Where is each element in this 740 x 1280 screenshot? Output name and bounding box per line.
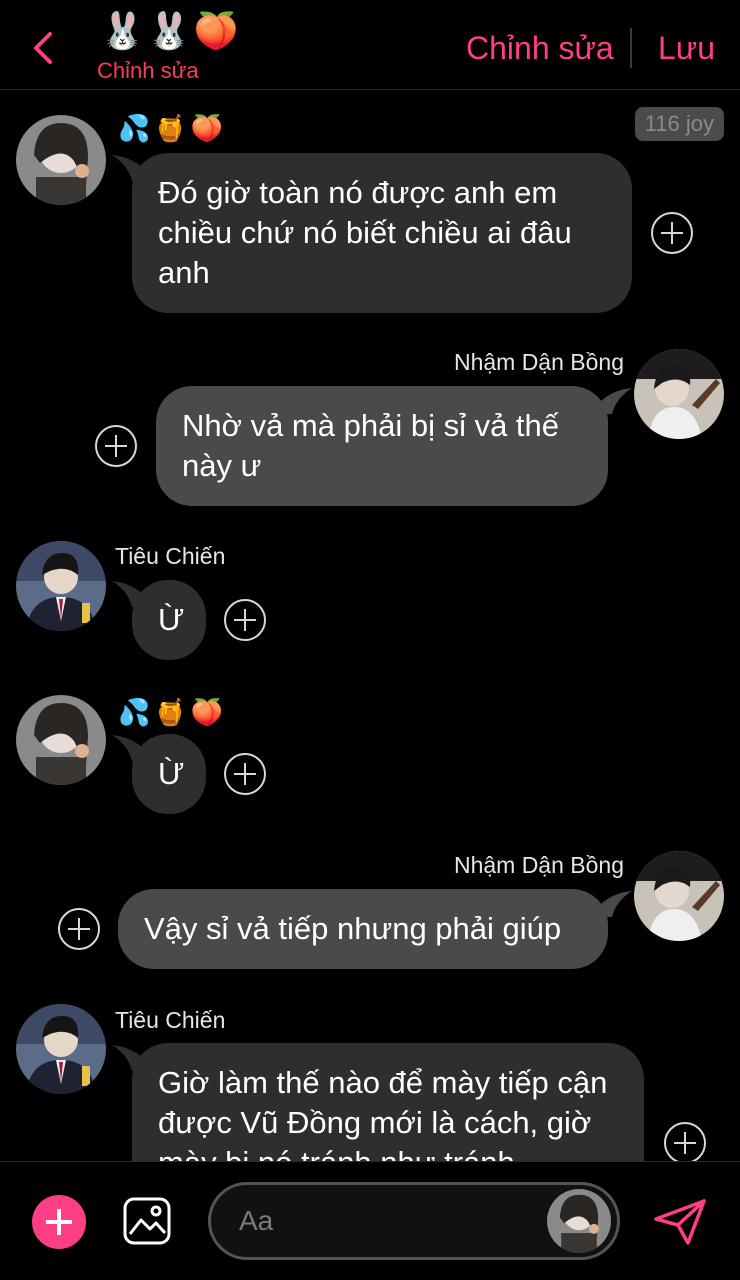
avatar[interactable] <box>16 1004 106 1094</box>
react-plus-icon[interactable] <box>651 212 693 254</box>
chevron-left-icon <box>34 32 52 64</box>
back-button[interactable] <box>28 28 58 68</box>
message-input[interactable] <box>239 1199 539 1243</box>
send-icon <box>654 1199 706 1245</box>
react-plus-icon[interactable] <box>664 1122 706 1161</box>
react-plus-icon[interactable] <box>95 425 137 467</box>
chat-header: 🐰🐰🍑 Chỉnh sửa Chỉnh sửa Lưu <box>0 0 740 90</box>
image-icon <box>123 1197 171 1245</box>
header-divider <box>630 28 632 68</box>
message-bubble[interactable]: Ừ <box>132 734 206 814</box>
avatar[interactable] <box>16 695 106 785</box>
avatar[interactable] <box>16 541 106 631</box>
message-input-container[interactable] <box>208 1182 620 1260</box>
react-plus-icon[interactable] <box>58 908 100 950</box>
avatar[interactable] <box>634 349 724 439</box>
save-button[interactable]: Lưu <box>658 30 715 67</box>
message-bubble[interactable]: Ừ <box>132 580 206 660</box>
joy-badge: 116 joy <box>634 107 724 141</box>
edit-button[interactable]: Chỉnh sửa <box>466 30 614 67</box>
sender-name: Nhậm Dận Bồng <box>453 852 624 878</box>
avatar[interactable] <box>547 1189 611 1253</box>
send-button[interactable] <box>652 1197 708 1247</box>
image-button[interactable] <box>122 1196 172 1246</box>
sender-name: Tiêu Chiến <box>115 543 226 569</box>
message-bubble[interactable]: Nhờ vả mà phải bị sỉ vả thế này ư <box>156 386 608 506</box>
sender-name: 💦🍯🍑 <box>118 113 228 143</box>
message-list[interactable]: 💦🍯🍑 116 joy Đó giờ toàn nó được anh em c… <box>0 91 740 1161</box>
react-plus-icon[interactable] <box>224 753 266 795</box>
sender-name: Nhậm Dận Bồng <box>453 349 624 375</box>
add-button[interactable] <box>32 1195 86 1249</box>
chat-title-emojis: 🐰🐰🍑 <box>100 10 241 51</box>
composer-bar <box>0 1161 740 1280</box>
avatar[interactable] <box>16 115 106 205</box>
message-bubble[interactable]: Vậy sỉ vả tiếp nhưng phải giúp <box>118 889 608 969</box>
avatar[interactable] <box>634 851 724 941</box>
sender-name: Tiêu Chiến <box>115 1007 226 1033</box>
message-bubble[interactable]: Đó giờ toàn nó được anh em chiều chứ nó … <box>132 153 632 313</box>
chat-subtitle[interactable]: Chỉnh sửa <box>97 58 199 84</box>
message-bubble[interactable]: Giờ làm thế nào để mày tiếp cận được Vũ … <box>132 1043 644 1161</box>
sender-name: 💦🍯🍑 <box>118 697 228 727</box>
react-plus-icon[interactable] <box>224 599 266 641</box>
